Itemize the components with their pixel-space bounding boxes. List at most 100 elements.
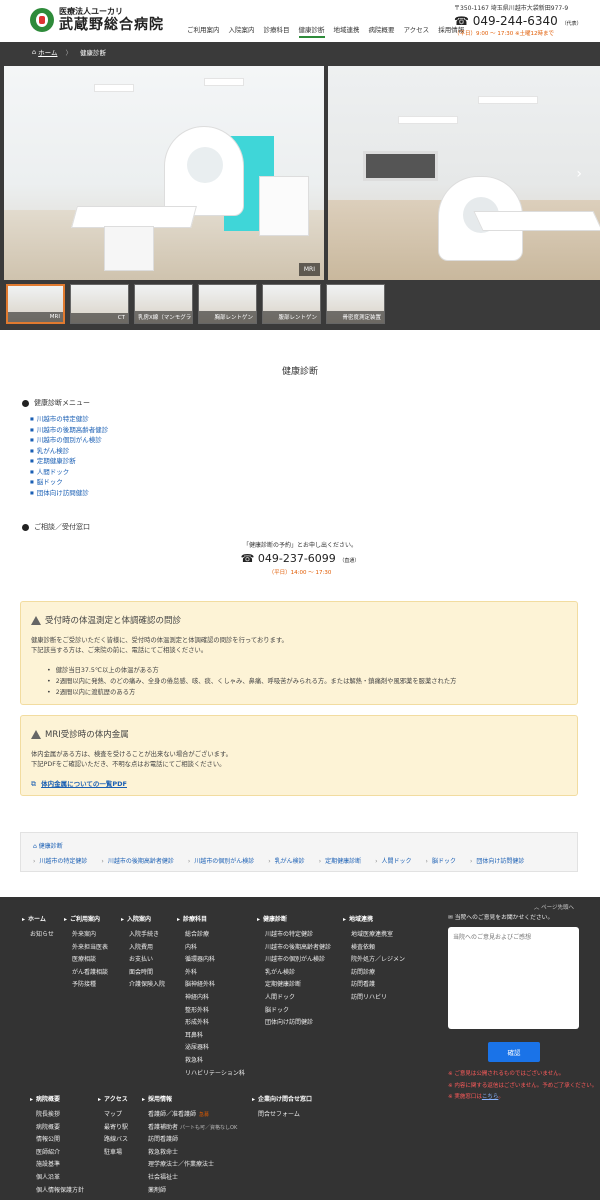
nav-departments[interactable]: 診療科目 — [264, 24, 290, 38]
footer-link[interactable]: 団体向け訪問健診 — [265, 1017, 331, 1030]
footer-link[interactable]: 医師紹介 — [36, 1147, 84, 1160]
footer-link[interactable]: 川越市の特定健診 — [265, 929, 331, 942]
footer-link[interactable]: 訪問診療 — [351, 967, 405, 980]
footer-heading[interactable]: 診療科目 — [177, 914, 245, 923]
footer-link[interactable]: がん看護相談 — [72, 967, 108, 980]
nav-about[interactable]: 病院概要 — [369, 24, 395, 38]
footer-link[interactable]: 循環器内科 — [185, 954, 245, 967]
confirm-button[interactable]: 確認 — [488, 1042, 540, 1062]
footer-link[interactable]: 地域医療連携室 — [351, 929, 405, 942]
footer-link[interactable]: 薬剤師 — [148, 1185, 237, 1198]
footer-link[interactable]: 院外処方／レジメン — [351, 954, 405, 967]
footer-link[interactable]: 脳ドック — [265, 1005, 331, 1018]
nav-admission[interactable]: 入院案内 — [229, 24, 255, 38]
footer-link[interactable]: 外来担当医表 — [72, 942, 108, 955]
footer-link[interactable]: 外科 — [185, 967, 245, 980]
footer-heading[interactable]: 採用情報 — [142, 1094, 237, 1103]
footer-link[interactable]: 神経内科 — [185, 992, 245, 1005]
footer-link[interactable]: 整形外科 — [185, 1005, 245, 1018]
footer-link[interactable]: 泌尿器科 — [185, 1042, 245, 1055]
nav-health-checkup[interactable]: 健康診断 — [298, 24, 325, 38]
footer-link[interactable]: 脳神経外科 — [185, 979, 245, 992]
footer-link[interactable]: 検査依頼 — [351, 942, 405, 955]
footer-heading[interactable]: 健康診断 — [257, 914, 331, 923]
footer-link[interactable]: 個人情報保護方針 — [36, 1185, 84, 1198]
footer-link[interactable]: 路線バス — [104, 1134, 128, 1147]
nav-community[interactable]: 地域連携 — [334, 24, 360, 38]
footer-link[interactable]: 川越市の個別がん検診 — [265, 954, 331, 967]
footer-heading[interactable]: ご利用案内 — [64, 914, 108, 923]
footer-link[interactable]: 外来案内 — [72, 929, 108, 942]
footer-link[interactable]: 訪問看護 — [351, 979, 405, 992]
footer-link[interactable]: 人間ドック — [265, 992, 331, 1005]
footer-link[interactable]: 個人沿革 — [36, 1172, 84, 1185]
page-top-link[interactable]: ︿ ページ先頭へ — [534, 903, 574, 911]
nav-access[interactable]: アクセス — [404, 24, 430, 38]
subnav-item[interactable]: 定期健康診断 — [319, 856, 361, 865]
hospital-logo[interactable]: 医療法人ユーカリ 武蔵野総合病院 — [30, 7, 164, 33]
footer-link[interactable]: 定期健康診断 — [265, 979, 331, 992]
subnav-item[interactable]: 川越市の後期高齢者健診 — [101, 856, 174, 865]
footer-link[interactable]: 駐車場 — [104, 1147, 128, 1160]
footer-link[interactable]: 病院概要 — [36, 1122, 84, 1135]
menu-item[interactable]: 川越市の後期高齢者健診 — [30, 425, 109, 436]
feedback-textarea[interactable] — [448, 927, 579, 1029]
footer-link[interactable]: 介護保険入院 — [129, 979, 165, 992]
footer-link[interactable]: 予防接種 — [72, 979, 108, 992]
footer-link[interactable]: 看護補助者 パートも可／資格なしOK — [148, 1122, 237, 1135]
subnav-item[interactable]: 川越市の特定健診 — [33, 856, 87, 865]
footer-link[interactable]: 訪問看護師 — [148, 1134, 237, 1147]
subnav-top[interactable]: ⌂ 健康診断 — [33, 841, 565, 850]
footer-link[interactable]: 乳がん検診 — [265, 967, 331, 980]
footer-link[interactable]: 救急救命士 — [148, 1147, 237, 1160]
thumbnail[interactable]: 骨密度測定装置 — [326, 284, 385, 324]
pdf-link[interactable]: 体内金属についての一覧PDF — [41, 778, 127, 788]
menu-item[interactable]: 人間ドック — [30, 467, 108, 478]
footer-link[interactable]: 最寄り駅 — [104, 1122, 128, 1135]
footer-link[interactable]: リハビリテーション科 — [185, 1068, 245, 1081]
subnav-item[interactable]: 団体向け訪問健診 — [470, 856, 524, 865]
menu-item[interactable]: 団体向け訪問健診 — [30, 488, 108, 499]
footer-link[interactable]: 耳鼻科 — [185, 1030, 245, 1043]
footer-link[interactable]: 施設基準 — [36, 1159, 84, 1172]
footer-link[interactable]: 訪問リハビリ — [351, 992, 405, 1005]
footer-link[interactable]: マップ — [104, 1109, 128, 1122]
breadcrumb-home[interactable]: ホーム — [38, 47, 57, 57]
menu-item[interactable]: 川越市の個別がん検診 — [30, 435, 108, 446]
chevron-right-icon[interactable]: › — [576, 166, 582, 182]
footer-heading[interactable]: アクセス — [98, 1094, 128, 1103]
thumbnail[interactable]: MRI — [6, 284, 65, 324]
nav-guide[interactable]: ご利用案内 — [187, 24, 220, 38]
subnav-item[interactable]: 脳ドック — [426, 856, 456, 865]
footer-link[interactable]: 川越市の後期高齢者健診 — [265, 942, 331, 955]
footer-heading[interactable]: 地域連携 — [343, 914, 405, 923]
footer-heading[interactable]: 入院案内 — [121, 914, 165, 923]
thumbnail[interactable]: 乳房X線（マンモグラフィ） — [134, 284, 193, 324]
footer-link[interactable]: 情報公開 — [36, 1134, 84, 1147]
footer-link[interactable]: 問合せフォーム — [258, 1109, 312, 1122]
consult-tel[interactable]: ☎ 049-237-6099 （直通） — [0, 552, 600, 565]
menu-item[interactable]: 脳ドック — [30, 477, 108, 488]
footer-link[interactable]: お知らせ — [22, 929, 54, 942]
thumbnail[interactable]: 胸部レントゲン — [198, 284, 257, 324]
header-tel[interactable]: ☎ 049-244-6340 （代表） — [454, 14, 594, 28]
footer-link[interactable]: 面会時間 — [129, 967, 165, 980]
subnav-item[interactable]: 川越市の個別がん検診 — [188, 856, 254, 865]
footer-link[interactable]: 入院手続き — [129, 929, 165, 942]
footer-heading[interactable]: 企業向け問合せ窓口 — [252, 1094, 312, 1103]
feedback-contact-link[interactable]: こちら — [482, 1094, 499, 1100]
footer-heading[interactable]: ホーム — [22, 914, 54, 923]
footer-link[interactable]: 内科 — [185, 942, 245, 955]
footer-link[interactable]: 院長挨拶 — [36, 1109, 84, 1122]
menu-item[interactable]: 乳がん検診 — [30, 446, 108, 457]
footer-link[interactable]: 救急科 — [185, 1055, 245, 1068]
footer-link[interactable]: お支払い — [129, 954, 165, 967]
footer-link[interactable]: 医療相談 — [72, 954, 108, 967]
footer-heading[interactable]: 病院概要 — [30, 1094, 84, 1103]
footer-link[interactable]: 総合診療 — [185, 929, 245, 942]
thumbnail[interactable]: CT — [70, 284, 129, 324]
footer-link[interactable]: 形成外科 — [185, 1017, 245, 1030]
subnav-item[interactable]: 人間ドック — [375, 856, 412, 865]
footer-link[interactable]: 社会福祉士 — [148, 1172, 237, 1185]
thumbnail[interactable]: 腹部レントゲン — [262, 284, 321, 324]
